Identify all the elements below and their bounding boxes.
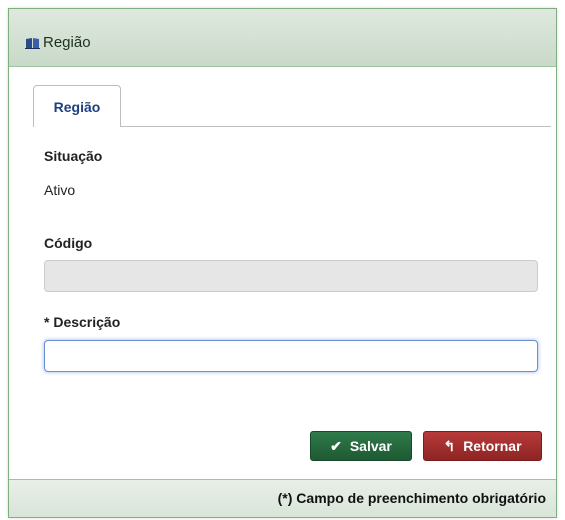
window-title: Região: [43, 34, 91, 51]
title-bar: Região: [9, 9, 556, 67]
codigo-input: [44, 260, 538, 292]
situacao-label: Situação: [44, 148, 103, 164]
save-button[interactable]: ✔ Salvar: [310, 431, 412, 461]
return-button-label: Retornar: [463, 438, 522, 454]
descricao-input[interactable]: [44, 340, 538, 372]
book-icon: [25, 38, 40, 49]
required-field-note: (*) Campo de preenchimento obrigatório: [277, 490, 546, 506]
save-button-label: Salvar: [349, 438, 392, 454]
codigo-label: Código: [44, 235, 93, 251]
tab-regiao[interactable]: Região: [33, 85, 121, 127]
return-arrow-icon: ↰: [443, 438, 456, 454]
return-button[interactable]: ↰ Retornar: [423, 431, 542, 461]
footer-bar: (*) Campo de preenchimento obrigatório: [9, 479, 556, 517]
situacao-value: Ativo: [44, 182, 76, 198]
dialog-window: Região Região Situação Ativo Código * De…: [8, 8, 557, 518]
descricao-label: * Descrição: [44, 314, 121, 330]
check-icon: ✔: [330, 438, 342, 454]
